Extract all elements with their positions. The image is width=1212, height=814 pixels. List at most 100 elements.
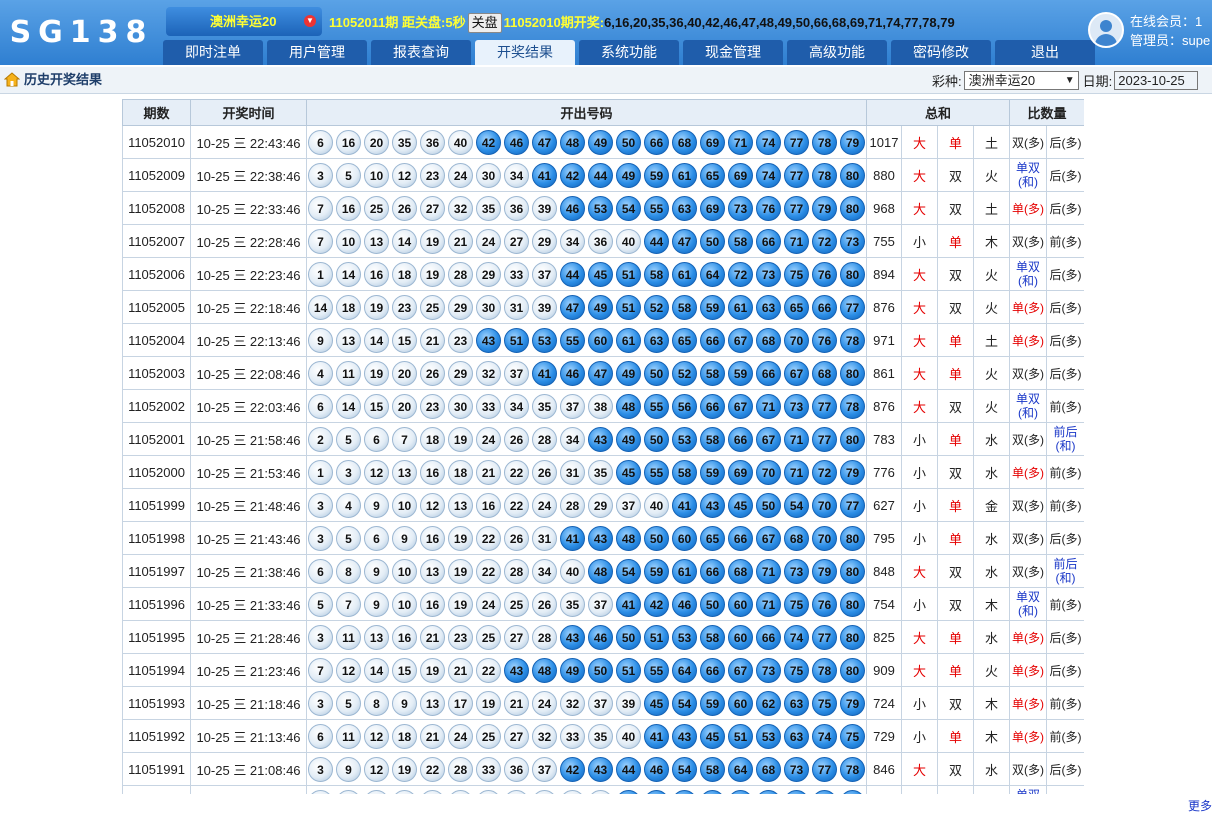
time-cell: 10-25 三 21:23:46 (190, 653, 307, 687)
tab-7[interactable]: 密码修改 (891, 40, 991, 65)
tab-1[interactable]: 用户管理 (267, 40, 367, 65)
number-ball: 66 (700, 657, 725, 683)
number-ball: 64 (728, 756, 753, 782)
time-cell: 10-25 三 21:43:46 (190, 521, 307, 555)
tab-2[interactable]: 报表查询 (371, 40, 471, 65)
number-ball: 10 (392, 492, 417, 518)
number-ball: 12 (364, 459, 389, 485)
number-ball: 7 (308, 657, 333, 683)
date-input[interactable]: 2023-10-25 (1114, 70, 1199, 90)
number-ball: 54 (616, 558, 641, 584)
number-ball: 45 (700, 723, 725, 749)
number-ball: 46 (672, 591, 697, 617)
number-ball: 61 (672, 162, 697, 188)
odd-even-count: 单(多) (1012, 663, 1045, 678)
tab-6[interactable]: 高级功能 (787, 40, 887, 65)
number-ball: 59 (644, 558, 669, 584)
number-ball: 80 (840, 426, 865, 452)
number-ball: 14 (364, 327, 389, 353)
table-row: 11052003 10-25 三 22:08:46 4 11 19 20 26 29 32 37 4… (122, 356, 1084, 390)
balls-cell: 7 16 25 26 27 32 35 36 39 46 53 54 55 63 69 73 76 77 79 80 (306, 191, 867, 225)
odd-even-count: 单(多) (1012, 729, 1045, 744)
number-ball: 55 (644, 459, 669, 485)
number-ball: 66 (756, 624, 781, 650)
sum-cell: 724 (866, 686, 902, 720)
number-ball: 45 (728, 492, 753, 518)
lottery-switch-button[interactable]: 澳洲幸运20 ▼ (166, 7, 322, 36)
sum-cell: 729 (866, 719, 902, 753)
odd-even-count: 双(多) (1012, 234, 1045, 249)
number-ball: 67 (728, 393, 753, 419)
odd-even-count: 单(多) (1012, 630, 1045, 645)
number-ball: 35 (560, 591, 585, 617)
odd-even-cell: 双 (937, 389, 974, 423)
lottery-type-select[interactable]: 澳洲幸运20 ▼ (963, 70, 1079, 90)
more-link[interactable]: 更多 (1188, 797, 1212, 814)
number-ball: 52 (672, 360, 697, 386)
number-ball: 54 (672, 690, 697, 716)
number-ball: 77 (812, 393, 837, 419)
number-ball: 43 (504, 657, 529, 683)
number-ball: 16 (392, 624, 417, 650)
lottery-type-label: 彩种: (932, 73, 962, 89)
number-ball: 66 (644, 129, 669, 155)
number-ball: 59 (700, 690, 725, 716)
time-cell: 10-25 三 22:43:46 (190, 125, 307, 159)
number-ball: 61 (728, 294, 753, 320)
number-ball: 63 (672, 195, 697, 221)
number-ball: 21 (476, 459, 501, 485)
number-ball: 67 (756, 525, 781, 551)
number-ball: 12 (364, 756, 389, 782)
close-market-button[interactable]: 关盘 (467, 13, 502, 33)
number-ball: 19 (420, 228, 445, 254)
number-ball: 74 (812, 723, 837, 749)
element-cell: 土 (972, 323, 1011, 357)
number-ball: 58 (672, 459, 697, 485)
odd-even-count: 单双(和) (1016, 788, 1040, 794)
main-nav: 即时注单 用户管理 报表查询 开奖结果 系统功能 现金管理 高级功能 密码修改 退出 (163, 40, 1099, 65)
sum-cell: 627 (866, 488, 902, 522)
tab-4[interactable]: 系统功能 (579, 40, 679, 65)
number-ball: 26 (532, 459, 557, 485)
col-time: 开奖时间 (190, 99, 307, 126)
time-cell: 10-25 三 21:53:46 (190, 455, 307, 489)
number-ball: 5 (308, 591, 333, 617)
odd-even-cell: 单 (937, 422, 974, 456)
number-ball: 42 (560, 162, 585, 188)
odd-even-cell: 单 (937, 653, 974, 687)
number-ball: 60 (588, 327, 613, 353)
number-ball: 44 (560, 261, 585, 287)
number-ball: 53 (672, 426, 697, 452)
number-ball: 48 (532, 657, 557, 683)
tab-3[interactable]: 开奖结果 (475, 40, 575, 65)
time-cell: 10-25 三 21:38:46 (190, 554, 307, 588)
number-ball: 48 (588, 558, 613, 584)
number-ball: 47 (588, 360, 613, 386)
number-ball: 43 (672, 723, 697, 749)
number-ball: 43 (588, 756, 613, 782)
number-ball: 53 (672, 624, 697, 650)
number-ball: 9 (336, 756, 361, 782)
front-back-count-cell: 后(多) (1046, 257, 1084, 291)
number-ball: 3 (308, 162, 333, 188)
balls-cell: 6 14 15 20 23 30 33 34 35 37 38 48 55 56 66 67 71 73 77 78 (306, 389, 867, 423)
sub-toolbar: 历史开奖结果 彩种: 澳洲幸运20 ▼ 日期: 2023-10-25 (0, 67, 1212, 94)
tab-5[interactable]: 现金管理 (683, 40, 783, 65)
number-ball: 77 (784, 162, 809, 188)
number-ball: 66 (728, 426, 753, 452)
front-back-count-cell: 前(多) (1046, 389, 1084, 423)
element-cell: 木 (972, 719, 1011, 753)
number-ball: 6 (308, 129, 333, 155)
big-small-cell: 小 (901, 224, 938, 258)
number-ball: 58 (700, 624, 725, 650)
big-small-cell: 小 (901, 785, 938, 794)
number-ball: 42 (476, 129, 501, 155)
odd-even-cell: 双 (937, 785, 974, 794)
number-ball: 68 (756, 756, 781, 782)
number-ball: 5 (336, 525, 361, 551)
element-cell: 水 (972, 521, 1011, 555)
odd-even-cell: 双 (937, 686, 974, 720)
number-ball: 44 (616, 756, 641, 782)
tab-8[interactable]: 退出 (995, 40, 1095, 65)
tab-0[interactable]: 即时注单 (163, 40, 263, 65)
